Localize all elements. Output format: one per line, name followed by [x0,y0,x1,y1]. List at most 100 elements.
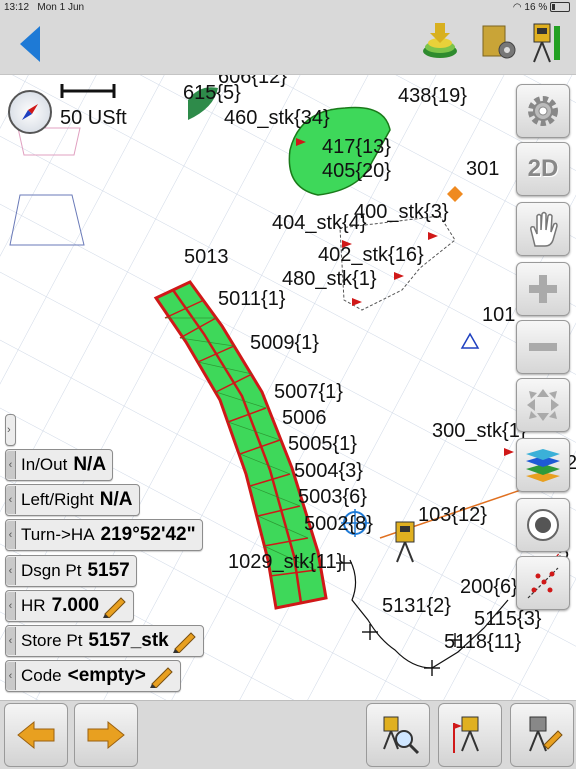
zoom-extents-button[interactable] [516,378,570,432]
point-label[interactable]: 5118{11} [444,632,521,652]
gear-icon [528,96,558,126]
search-instrument-icon [383,716,420,755]
settings-folder-icon[interactable] [480,22,518,62]
edit-instrument-button[interactable] [510,703,574,767]
info-label: In/Out [21,455,68,474]
pan-button[interactable] [516,202,570,256]
info-label: Dsgn Pt [21,561,82,580]
next-point-button[interactable] [74,703,138,767]
info-left-right[interactable]: ‹ Left/Right N/A [5,484,140,516]
point-label[interactable]: 405{20} [322,161,391,181]
points-button[interactable] [516,556,570,610]
layers-icon [526,449,560,482]
point-label[interactable]: 5131{2} [382,596,451,616]
chevron-left-icon: ‹ [6,627,16,655]
chevron-left-icon: ‹ [6,451,16,479]
zoom-out-icon [529,343,557,351]
edit-instrument-icon [529,716,563,752]
info-value: 219°52'42" [100,524,196,545]
info-value: N/A [73,454,107,475]
info-turn-ha[interactable]: ‹ Turn->HA 219°52'42" [5,519,203,551]
stakeout-layer-icon[interactable] [420,21,460,61]
point-label[interactable]: 300_stk{1} [432,421,527,441]
info-label: Turn->HA [21,525,95,544]
info-label: Store Pt [21,631,83,650]
wifi-icon: ◠ [512,2,522,13]
record-button[interactable] [516,498,570,552]
stake-instrument-button[interactable] [438,703,502,767]
chevron-right-icon: › [7,424,11,436]
point-label[interactable]: 5005{1} [288,434,357,454]
zoom-in-icon [529,275,557,303]
point-label[interactable]: 5009{1} [250,333,319,353]
point-label[interactable]: 5002{8} [304,514,373,534]
info-value: 5157 [87,560,130,581]
zoom-out-button[interactable] [516,320,570,374]
previous-point-button[interactable] [4,703,68,767]
point-label[interactable]: 615{5} [183,83,241,103]
record-icon [527,509,559,541]
point-label[interactable]: 417{13} [322,137,391,157]
point-label[interactable]: 5003{6} [298,487,367,507]
chevron-left-icon: ‹ [6,486,16,514]
point-label[interactable]: 438{19} [398,86,467,106]
point-label[interactable]: 460_stk{34} [224,108,330,128]
status-time: 13:12 Mon 1 Jun [4,2,85,13]
back-arrow-icon[interactable] [18,24,42,64]
pencil-icon[interactable] [171,629,197,653]
info-dsgn-pt[interactable]: ‹ Dsgn Pt 5157 [5,555,137,587]
chevron-left-icon: ‹ [6,521,16,549]
point-label[interactable]: 5011{1} [218,289,286,309]
points-icon [527,567,559,599]
status-battery: ◠ 16 % [513,2,570,13]
chevron-left-icon: ‹ [6,592,16,620]
info-value: 5157_stk [88,630,169,651]
zoom-in-button[interactable] [516,262,570,316]
point-label[interactable]: 5013 [184,247,229,267]
zoom-extents-icon [527,389,559,421]
info-panel-toggle[interactable]: › [5,414,16,446]
settings-button[interactable] [516,84,570,138]
hand-pan-icon [530,211,558,247]
point-label[interactable]: 404_stk{4} [272,213,367,233]
2d-icon: 2D [527,155,559,182]
info-value: 7.000 [51,595,100,616]
point-label[interactable]: 1029_stk{11} [228,552,343,572]
point-label[interactable]: 103{12} [418,505,487,525]
point-label[interactable]: 101 [482,305,515,325]
point-label[interactable]: 5007{1} [274,382,343,402]
pencil-icon[interactable] [101,594,127,618]
next-arrow-icon [87,720,125,750]
prev-arrow-icon [17,720,55,750]
point-label[interactable]: 400_stk{3} [354,202,449,222]
bottom-toolbar [0,700,576,769]
layers-button[interactable] [516,438,570,492]
instrument-icon[interactable] [526,20,566,64]
chevron-left-icon: ‹ [6,662,16,690]
point-label[interactable]: 402_stk{16} [318,245,424,265]
status-bar: 13:12 Mon 1 Jun ◠ 16 % [0,0,576,16]
info-label: HR [21,596,46,615]
search-instrument-button[interactable] [366,703,430,767]
info-store-pt[interactable]: ‹ Store Pt 5157_stk [5,625,204,657]
pencil-icon[interactable] [148,664,174,688]
scale-label: 50 USft [60,107,127,129]
battery-icon [550,2,570,13]
view-2d-button[interactable]: 2D [516,142,570,196]
info-code[interactable]: ‹ Code <empty> [5,660,181,692]
point-label[interactable]: 5115{3} [474,609,542,629]
info-hr[interactable]: ‹ HR 7.000 [5,590,135,622]
info-label: Code [21,666,62,685]
chevron-left-icon: ‹ [6,557,16,585]
info-value: <empty> [67,665,146,686]
top-toolbar [0,16,576,75]
compass-icon[interactable] [8,90,52,134]
info-label: Left/Right [21,490,94,509]
info-in-out[interactable]: ‹ In/Out N/A [5,449,114,481]
stake-instrument-icon [453,716,479,753]
point-label[interactable]: 200{6} [460,577,518,597]
point-label[interactable]: 301 [466,159,499,179]
point-label[interactable]: 480_stk{1} [282,269,377,289]
point-label[interactable]: 5004{3} [294,461,363,481]
point-label[interactable]: 5006 [282,408,327,428]
